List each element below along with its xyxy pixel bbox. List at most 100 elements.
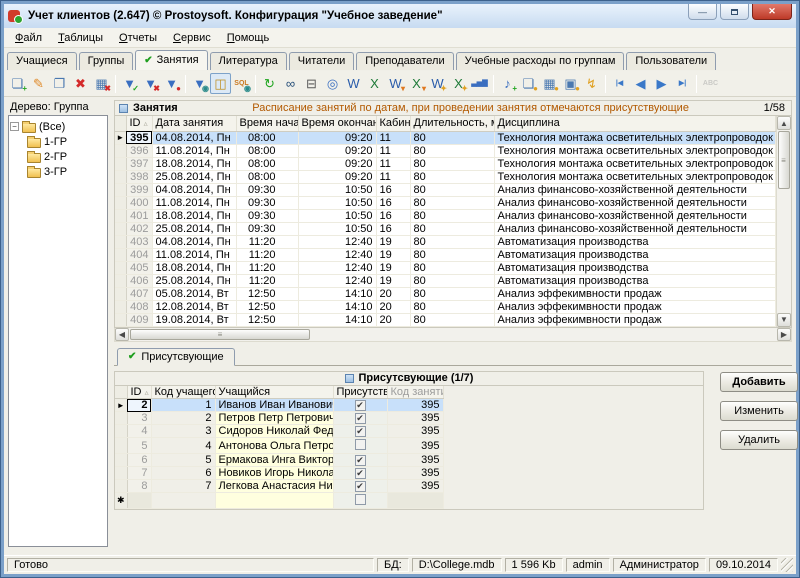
tab-attendees[interactable]: ✔ Присутсвующие: [117, 347, 235, 366]
cell-duration[interactable]: 80: [410, 222, 495, 236]
lesson-row[interactable]: 405 18.08.2014, Пн 11:20 12:40 19 80 Автоматиз…: [115, 261, 776, 275]
cell-duration[interactable]: 80: [410, 170, 495, 184]
form-sum-icon[interactable]: ▣ ●: [560, 73, 581, 94]
cell-student-code[interactable]: [151, 492, 216, 509]
cell-start-time[interactable]: 11:20: [236, 274, 299, 288]
clear-table-icon[interactable]: ▦ ✖: [91, 73, 112, 94]
cell-student-code[interactable]: 6: [151, 466, 216, 480]
row-marker[interactable]: [115, 144, 127, 158]
cell-lesson-code[interactable]: 395: [387, 424, 444, 438]
cell-date[interactable]: 25.08.2014, Пн: [152, 274, 237, 288]
cell-date[interactable]: 25.08.2014, Пн: [152, 222, 237, 236]
cell-discipline[interactable]: Анализ эффекимвности продаж: [494, 287, 776, 301]
cell-id[interactable]: 395: [126, 131, 153, 145]
cell-duration[interactable]: 80: [410, 235, 495, 249]
nav-first-icon[interactable]: |◀: [609, 73, 630, 94]
cell-start-time[interactable]: 12:50: [236, 300, 299, 314]
cell-end-time[interactable]: 14:10: [298, 300, 377, 314]
cell-end-time[interactable]: 10:50: [298, 222, 377, 236]
cell-id[interactable]: 401: [126, 209, 153, 223]
menu-item-4[interactable]: Сервис: [165, 30, 219, 46]
att-column-header-2[interactable]: Код учащегося: [151, 385, 216, 399]
cell-room[interactable]: 16: [376, 183, 411, 197]
cell-id[interactable]: 5: [127, 437, 152, 454]
lesson-row[interactable]: 406 25.08.2014, Пн 11:20 12:40 19 80 Автоматиз…: [115, 274, 776, 288]
row-marker[interactable]: [115, 424, 128, 438]
cell-duration[interactable]: 80: [410, 144, 495, 158]
cell-room[interactable]: 16: [376, 222, 411, 236]
cell-id[interactable]: 4: [127, 424, 152, 438]
cell-room[interactable]: 16: [376, 209, 411, 223]
cell-room[interactable]: 11: [376, 131, 411, 145]
cell-date[interactable]: 04.08.2014, Пн: [152, 131, 237, 145]
spellcheck-icon[interactable]: ABC: [700, 73, 721, 94]
filter-clear-icon[interactable]: ▼ ✖: [140, 73, 161, 94]
column-header-1[interactable]: ID ▵: [126, 116, 153, 132]
export-word-arrow-icon[interactable]: W ▾: [385, 73, 406, 94]
cell-student-name[interactable]: [215, 492, 334, 509]
cell-duration[interactable]: 80: [410, 183, 495, 197]
find-icon[interactable]: ∞: [280, 73, 301, 94]
cell-student-name[interactable]: Легкова Анастасия Николаевна: [215, 479, 334, 493]
cell-duration[interactable]: 80: [410, 157, 495, 171]
cell-id[interactable]: 403: [126, 235, 153, 249]
cell-presence[interactable]: [333, 437, 388, 454]
cell-room[interactable]: 11: [376, 157, 411, 171]
cell-lesson-code[interactable]: 395: [387, 479, 444, 493]
horizontal-scroll-track[interactable]: [311, 328, 777, 341]
tree-item-1[interactable]: 1-ГР: [10, 134, 106, 149]
cell-id[interactable]: 409: [126, 313, 153, 327]
cell-id[interactable]: 408: [126, 300, 153, 314]
cell-end-time[interactable]: 09:20: [298, 157, 377, 171]
refresh-icon[interactable]: ↻: [259, 73, 280, 94]
delete-record-icon[interactable]: ✖: [70, 73, 91, 94]
edit-record-icon[interactable]: ✎: [28, 73, 49, 94]
cell-discipline[interactable]: Автоматизация производства: [494, 235, 776, 249]
cell-id[interactable]: 398: [126, 170, 153, 184]
export-excel-icon[interactable]: X: [364, 73, 385, 94]
column-header-5[interactable]: Кабинет: [376, 116, 411, 132]
cell-discipline[interactable]: Технология монтажа осветительных электро…: [494, 131, 776, 145]
row-marker[interactable]: [115, 222, 127, 236]
cell-end-time[interactable]: 12:40: [298, 248, 377, 262]
cell-date[interactable]: 12.08.2014, Вт: [152, 300, 237, 314]
att-column-header-4[interactable]: Присутствие: [333, 385, 388, 399]
lesson-row[interactable]: 396 11.08.2014, Пн 08:00 09:20 11 80 Технологи…: [115, 144, 776, 158]
cell-presence[interactable]: [333, 492, 388, 509]
tab-4[interactable]: Литература: [209, 52, 287, 70]
cell-end-time[interactable]: 12:40: [298, 261, 377, 275]
tree-expander-icon[interactable]: −: [10, 122, 19, 131]
attendee-row[interactable]: 76Новиков Игорь Николаевич ✔ 395: [115, 466, 444, 480]
row-marker[interactable]: ►: [115, 131, 127, 145]
cell-id[interactable]: 405: [126, 261, 153, 275]
cell-end-time[interactable]: 09:20: [298, 144, 377, 158]
cell-end-time[interactable]: 10:50: [298, 196, 377, 210]
cell-student-code[interactable]: 4: [151, 437, 216, 454]
cell-start-time[interactable]: 08:00: [236, 157, 299, 171]
maximize-button[interactable]: [720, 4, 749, 20]
menu-item-3[interactable]: Отчеты: [111, 30, 165, 46]
row-marker[interactable]: [115, 437, 128, 454]
cell-discipline[interactable]: Анализ финансово-хозяйственной деятельно…: [494, 196, 776, 210]
tree-item-2[interactable]: 2-ГР: [10, 149, 106, 164]
horizontal-scroll-thumb[interactable]: ≡: [130, 328, 310, 340]
add-record-icon[interactable]: ❏ +: [7, 73, 28, 94]
row-marker[interactable]: [115, 287, 127, 301]
lesson-row[interactable]: 398 25.08.2014, Пн 08:00 09:20 11 80 Технологи…: [115, 170, 776, 184]
cell-end-time[interactable]: 09:20: [298, 170, 377, 184]
cell-duration[interactable]: 80: [410, 248, 495, 262]
cell-id[interactable]: 8: [127, 479, 152, 493]
tree-panel-icon[interactable]: ◫: [210, 73, 231, 94]
cell-student-name[interactable]: Новиков Игорь Николаевич: [215, 466, 334, 480]
cell-start-time[interactable]: 08:00: [236, 131, 299, 145]
filter-remove-icon[interactable]: ▼ ●: [161, 73, 182, 94]
close-button[interactable]: ✕: [752, 4, 792, 20]
cell-room[interactable]: 19: [376, 274, 411, 288]
cell-id[interactable]: 397: [126, 157, 153, 171]
cell-presence[interactable]: ✔: [333, 479, 388, 493]
cell-student-name[interactable]: Петров Петр Петрович: [215, 411, 334, 425]
cell-presence[interactable]: ✔: [333, 453, 388, 467]
cell-date[interactable]: 11.08.2014, Пн: [152, 196, 237, 210]
cell-duration[interactable]: 80: [410, 131, 495, 145]
row-marker[interactable]: [115, 313, 127, 327]
